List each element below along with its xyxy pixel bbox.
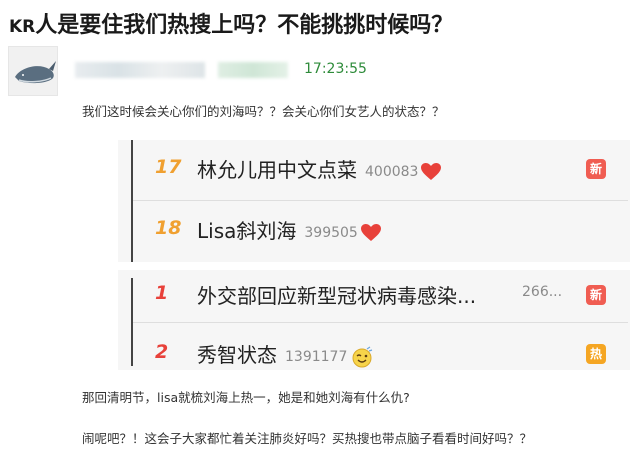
whale-icon [15, 61, 56, 84]
rank-number: 2 [155, 341, 169, 363]
hot-item-count: 399505 [304, 224, 358, 241]
new-badge: 新 [586, 159, 606, 179]
hot-badge: 热 [586, 344, 606, 364]
hot-item-title-text: Lisa斜刘海 [197, 219, 297, 243]
heart-icon [421, 162, 442, 180]
hot-item-title: 秀智状态 1391177 [197, 339, 373, 368]
body-paragraph: 那回清明节，lisa就梳刘海上热一，她是和她刘海有什么仇? [82, 390, 410, 405]
hot-item-count: 1391177 [285, 348, 348, 365]
hot-item-title-text: 林允儿用中文点菜 [197, 158, 357, 182]
avatar[interactable] [8, 46, 58, 96]
new-badge: 新 [586, 285, 606, 305]
body-paragraph: 闹呢吧？！这会子大家都忙着关注肺炎好吗？买热搜也带点脑子看看时间好吗？？ [82, 431, 533, 446]
headline-text: 人是要住我们热搜上吗？不能挑挑时候吗？ [35, 13, 454, 38]
post-time: 17:23:55 [304, 61, 367, 77]
hot-item-title-text: 秀智状态 [197, 343, 277, 367]
hot-list-item[interactable]: 1 外交部回应新型冠状病毒感染... 266... 新 [133, 268, 628, 324]
blurred-username [75, 62, 205, 78]
hot-list-item[interactable]: 17 林允儿用中文点菜 400083 新 [133, 142, 628, 198]
hot-item-count: 400083 [365, 163, 419, 180]
hot-item-title: Lisa斜刘海 399505 [197, 215, 381, 244]
hot-item-title: 外交部回应新型冠状病毒感染... [197, 284, 477, 308]
headline: KR人是要住我们热搜上吗？不能挑挑时候吗？ [9, 7, 453, 39]
hot-list-item[interactable]: 2 秀智状态 1391177 热 [133, 327, 628, 383]
hot-item-count: 266... [522, 284, 563, 300]
hot-item-title: 林允儿用中文点菜 400083 [197, 154, 442, 183]
headline-prefix: KR [9, 17, 36, 37]
row-separator [133, 200, 628, 201]
comment-text: 我们这时候会关心你们的刘海吗？？会关心你们女艺人的状态？？ [82, 104, 445, 119]
rank-number: 18 [155, 217, 182, 239]
row-separator [133, 322, 628, 323]
hot-list-item[interactable]: 18 Lisa斜刘海 399505 [133, 203, 628, 259]
wink-emoji-icon [352, 346, 373, 367]
heart-icon [360, 223, 381, 241]
rank-number: 17 [155, 156, 182, 178]
rank-number: 1 [155, 282, 169, 304]
blurred-info [218, 62, 288, 78]
